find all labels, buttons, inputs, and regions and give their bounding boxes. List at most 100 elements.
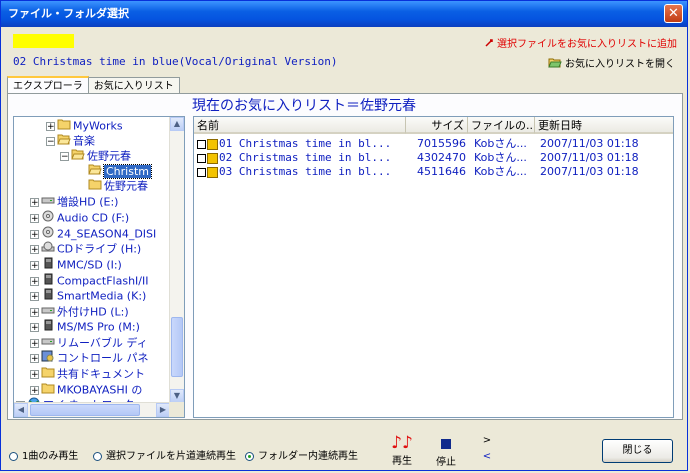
scroll-right-button[interactable]: ▶ [156,403,170,417]
hscroll-thumb[interactable] [30,404,140,416]
radio-selected-sequential[interactable]: 選択ファイルを片道連続再生 [93,447,236,462]
stop-icon [441,439,451,449]
tree-expander[interactable]: + [30,292,39,302]
file-folder-select-window: ファイル・フォルダ選択 ✕ 選択ファイルをお気に入りリストに追加 02 Chri… [0,0,688,471]
tree-expander[interactable]: + [46,122,55,132]
tree-expander[interactable]: + [30,370,39,380]
file-row[interactable]: 01 Christmas time in bl... 7015596 Kobさん..… [194,137,673,151]
card-icon [41,319,55,336]
file-modified: 2007/11/03 01:18 [540,165,639,178]
tree-expander[interactable]: + [30,214,39,224]
tree-node[interactable]: Christm [88,163,152,179]
play-button[interactable]: ♪♪ 再生 [390,434,414,467]
tree-node-label: 佐野元春 [87,149,131,163]
tree-expander[interactable]: + [30,198,39,208]
prev-button[interactable]: < [482,451,492,462]
tree-node[interactable]: + 共有ドキュメント [30,366,145,382]
radio-button[interactable] [9,451,18,461]
tree-expander[interactable]: + [30,261,39,271]
tree-node[interactable]: − 佐野元春 [60,148,131,164]
radio-single-play[interactable]: 1曲のみ再生 [9,447,78,462]
folder-icon [88,178,102,195]
tree-expander[interactable]: − [46,137,55,147]
open-favorites-link[interactable]: お気に入りリストを開く [548,55,675,71]
add-to-favorites-label: 選択ファイルをお気に入りリストに追加 [497,39,677,50]
card-icon [41,288,55,305]
tree-expander[interactable]: + [30,354,39,364]
tree-node-label: 音楽 [73,134,95,148]
column-header-name[interactable]: 名前 [194,117,406,134]
tree-node[interactable]: + 外付けHD (L:) [30,304,129,320]
tree-node[interactable]: + MS/MS Pro (M:) [30,319,140,335]
tree-node[interactable]: +24_SEASON4_DISI [30,226,156,242]
tree-node-label: CompactFlashI/II [57,274,149,288]
tree-node[interactable]: + MMC/SD (I:) [30,257,122,273]
row-checkbox[interactable] [197,153,206,163]
file-row[interactable]: 02 Christmas time in bl... 4302470 Kobさん..… [194,151,673,165]
tree-expander[interactable]: − [60,152,69,162]
stop-button[interactable]: 停止 [434,437,458,468]
scroll-up-button[interactable]: ▲ [170,117,184,131]
column-header-type[interactable]: ファイルの... [468,117,535,134]
next-symbol: > [482,435,492,446]
file-size: 4302470 [417,151,466,164]
tree-node-label: SmartMedia (K:) [57,289,147,303]
tree-node[interactable]: + リムーバブル ディ [30,335,148,351]
tree-node-label: MMC/SD (I:) [57,258,122,272]
file-row[interactable]: 03 Christmas time in bl... 4511646 Kobさん..… [194,165,673,179]
open-folder-icon [548,57,562,71]
column-header-size[interactable]: サイズ [406,117,468,134]
column-header-date[interactable]: 更新日時 [535,117,673,134]
tree-node-label: MS/MS Pro (M:) [57,320,140,334]
radio-button[interactable] [245,451,254,461]
folder-tree[interactable]: + MyWorks − 音楽 − 佐野元春 Christm 佐野元春 + 増設HD (E:) + Au… [13,116,185,418]
file-modified: 2007/11/03 01:18 [540,151,639,164]
tab-strip: エクスプローラ お気に入りリスト [7,75,180,96]
tree-horizontal-scrollbar[interactable]: ◀ ▶ [14,402,170,417]
tree-expander[interactable]: + [30,230,39,240]
close-button[interactable]: 閉じる [602,439,673,463]
current-song-title: 02 Christmas time in blue(Vocal/Original… [13,55,338,68]
scroll-left-button[interactable]: ◀ [14,403,28,417]
tree-node[interactable]: 佐野元春 [88,178,148,194]
tree-expander[interactable]: + [30,277,39,287]
tree-node[interactable]: + MyWorks [46,118,123,134]
radio-button[interactable] [93,451,102,461]
tree-expander[interactable]: + [30,339,39,349]
row-checkbox[interactable] [197,139,206,149]
file-list[interactable]: 名前 サイズ ファイルの... 更新日時 01 Christmas time i… [193,116,674,418]
tree-node[interactable]: + CDドライブ (H:) [30,241,141,257]
tree-node[interactable]: + コントロール パネ [30,350,149,366]
tree-node-label: Christm [103,163,152,179]
tree-expander[interactable]: + [30,308,39,318]
audio-file-icon [207,152,218,164]
scroll-down-button[interactable]: ▼ [170,389,184,403]
play-label: 再生 [392,456,412,467]
scroll-thumb[interactable] [171,317,183,377]
tree-node[interactable]: + MKOBAYASHI の [30,382,142,398]
tree-node[interactable]: + Audio CD (F:) [30,210,129,226]
tree-expander[interactable]: + [30,245,39,255]
file-name: 03 Christmas time in bl... [219,165,392,178]
next-button[interactable]: > [482,435,492,446]
tree-node[interactable]: + SmartMedia (K:) [30,288,146,304]
cd-icon [41,210,55,227]
close-window-button[interactable]: ✕ [664,4,683,23]
title-bar: ファイル・フォルダ選択 ✕ [1,1,687,27]
row-checkbox[interactable] [197,167,206,177]
tree-expander[interactable]: + [30,323,39,333]
radio-label: 1曲のみ再生 [22,451,79,462]
tree-node[interactable]: + CompactFlashI/II [30,273,148,289]
tree-node[interactable]: − 音楽 [46,133,95,149]
card-icon [41,257,55,274]
tree-node-label: リムーバブル ディ [57,336,148,350]
radio-folder-sequential[interactable]: フォルダー内連続再生 [245,447,358,462]
cd-drive-icon [41,241,55,258]
tree-node-label: MKOBAYASHI の [57,383,143,397]
tree-node-label: コントロール パネ [57,351,149,365]
add-to-favorites-link[interactable]: 選択ファイルをお気に入りリストに追加 [484,35,677,51]
tree-expander[interactable]: + [30,386,39,396]
tree-node[interactable]: + 増設HD (E:) [30,194,118,210]
tree-node-label: 外付けHD (L:) [57,305,129,319]
tree-vertical-scrollbar[interactable]: ▲ ▼ [169,117,184,403]
